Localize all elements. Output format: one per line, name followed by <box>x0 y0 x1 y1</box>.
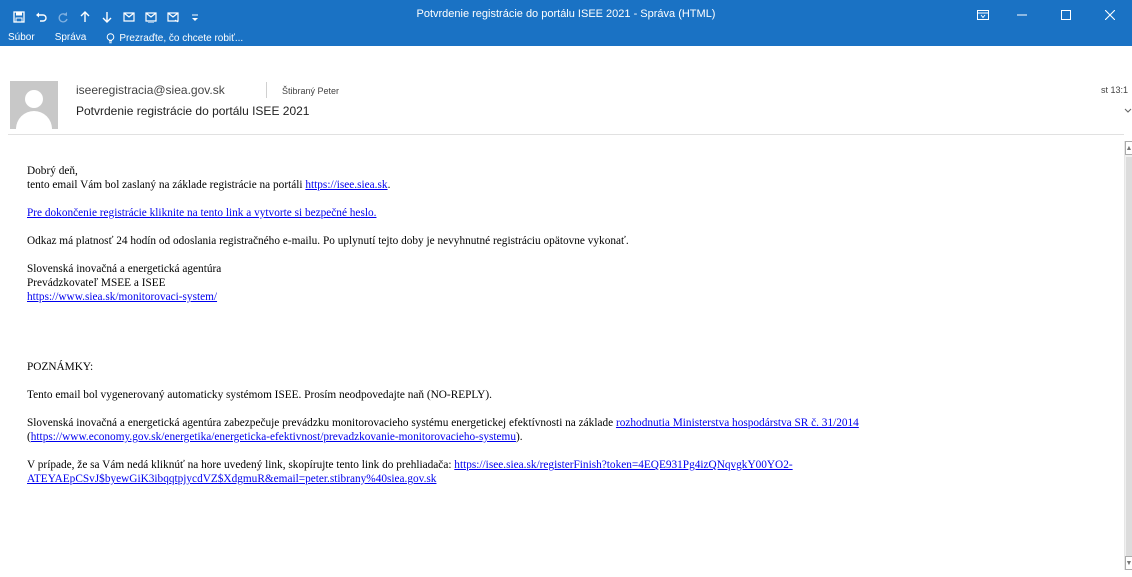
window-controls <box>966 0 1132 30</box>
tab-file[interactable]: Súbor <box>0 30 45 46</box>
ribbon-tabs: Súbor Správa Prezraďte, čo chcete robiť.… <box>0 30 243 46</box>
greeting: Dobrý deň, <box>27 165 78 177</box>
finish-paragraph: Pre dokončenie registrácie kliknite na t… <box>27 206 1117 220</box>
notes-heading: POZNÁMKY: <box>27 361 94 373</box>
scroll-up-icon[interactable]: ▲ <box>1125 141 1132 155</box>
scroll-thumb[interactable] <box>1126 157 1132 557</box>
chevron-down-icon[interactable] <box>1124 108 1132 114</box>
next-item-icon[interactable] <box>96 6 118 28</box>
customize-toolbar-icon[interactable] <box>184 6 206 28</box>
window-title: Potvrdenie registrácie do portálu ISEE 2… <box>416 8 716 20</box>
signature-role: Prevádzkovateľ MSEE a ISEE <box>27 277 166 289</box>
header-separator <box>266 82 267 98</box>
vertical-scrollbar[interactable]: ▲ ▼ <box>1124 141 1132 570</box>
close-paren: ). <box>515 431 523 443</box>
operation-text: Slovenská inovačná a energetická agentúr… <box>27 417 616 429</box>
forward-icon[interactable] <box>162 6 184 28</box>
operation-note: Slovenská inovačná a energetická agentúr… <box>27 416 1117 444</box>
economy-gov-link[interactable]: https://www.economy.gov.sk/energetika/en… <box>31 431 516 443</box>
message-subject: Potvrdenie registrácie do portálu ISEE 2… <box>76 104 310 118</box>
tell-me-box[interactable]: Prezraďte, čo chcete robiť... <box>96 33 243 44</box>
recipient-name[interactable]: Štibraný Peter <box>282 86 339 96</box>
scroll-down-icon[interactable]: ▼ <box>1125 556 1132 570</box>
maximize-button[interactable] <box>1044 0 1088 30</box>
copy-link-note: V prípade, že sa Vám nedá kliknúť na hor… <box>27 458 1117 486</box>
sender-avatar[interactable] <box>10 81 58 129</box>
copy-link-text: V prípade, že sa Vám nedá kliknúť na hor… <box>27 459 455 471</box>
validity-text: Odkaz má platnosť 24 hodín od odoslania … <box>27 235 629 247</box>
monitoring-system-link[interactable]: https://www.siea.sk/monitorovaci-system/ <box>27 291 217 303</box>
tell-me-text: Prezraďte, čo chcete robiť... <box>119 32 244 44</box>
token-link-line-1[interactable]: https://isee.siea.sk/registerFinish?toke… <box>454 459 792 471</box>
intro-paragraph: tento email Vám bol zaslaný na základe r… <box>27 178 1117 192</box>
ministry-decision-link[interactable]: rozhodnutia Ministerstva hospodárstva SR… <box>616 417 859 429</box>
tab-message[interactable]: Správa <box>45 30 97 46</box>
intro-period: . <box>387 179 391 191</box>
isee-portal-link[interactable]: https://isee.siea.sk <box>305 179 387 191</box>
minimize-button[interactable] <box>1000 0 1044 30</box>
finish-registration-link[interactable]: Pre dokončenie registrácie kliknite na t… <box>27 207 376 219</box>
lightbulb-icon <box>106 32 115 44</box>
signature-organization: Slovenská inovačná a energetická agentúr… <box>27 263 222 275</box>
previous-item-icon[interactable] <box>74 6 96 28</box>
received-time: st 13:1 <box>1101 85 1129 95</box>
intro-text: tento email Vám bol zaslaný na základe r… <box>27 179 306 191</box>
header-divider <box>8 134 1124 135</box>
quick-access-toolbar <box>8 6 206 28</box>
noreply-note: Tento email bol vygenerovaný automaticky… <box>27 389 492 401</box>
reply-icon[interactable] <box>118 6 140 28</box>
title-bar: Potvrdenie registrácie do portálu ISEE 2… <box>0 0 1132 46</box>
sender-address[interactable]: iseeregistracia@siea.gov.sk <box>76 83 225 97</box>
save-icon[interactable] <box>8 6 30 28</box>
close-button[interactable] <box>1088 0 1132 30</box>
signature-paragraph: https://www.siea.sk/monitorovaci-system/ <box>27 290 1117 304</box>
reply-all-icon[interactable] <box>140 6 162 28</box>
token-link-line-2[interactable]: ATEYAEpCSvJ$byewGiK3ibqqtpjycdVZ$XdgmuR&… <box>27 473 436 485</box>
message-body: Dobrý deň, tento email Vám bol zaslaný n… <box>27 164 1117 486</box>
redo-icon[interactable] <box>52 6 74 28</box>
ribbon-display-options-icon[interactable] <box>966 0 1000 30</box>
undo-icon[interactable] <box>30 6 52 28</box>
